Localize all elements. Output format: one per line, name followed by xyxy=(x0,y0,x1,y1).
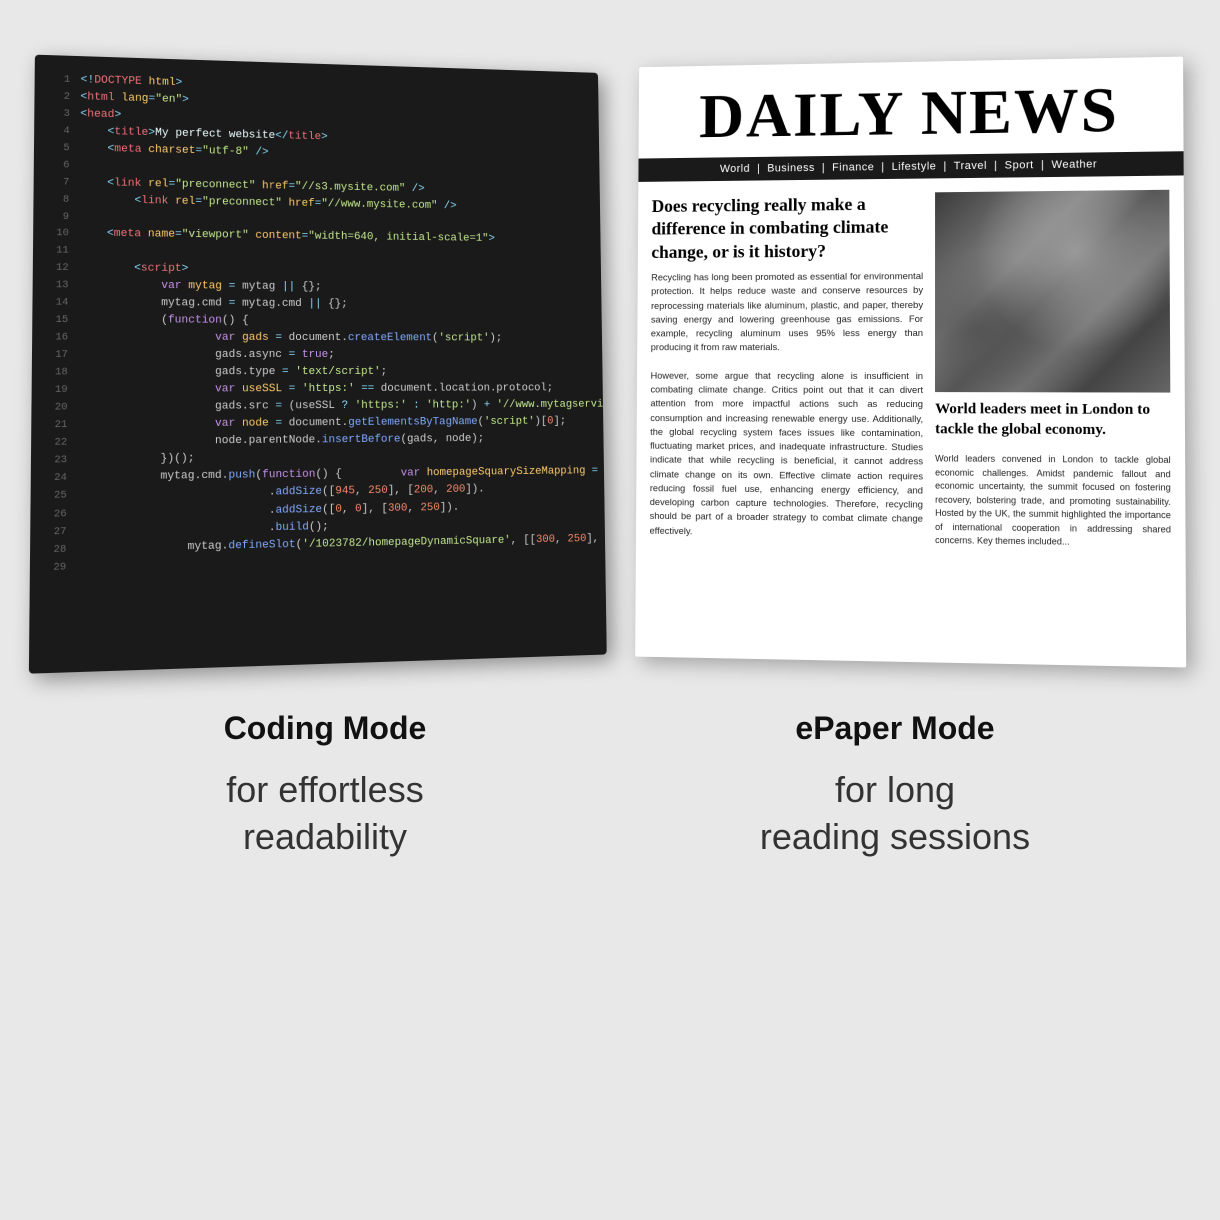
code-line: 16 var gads = document.createElement('sc… xyxy=(45,329,591,347)
newspaper-title: DAILY NEWS xyxy=(658,77,1163,148)
main-container: 1 <!DOCTYPE html> 2 <html lang="en"> 3 <… xyxy=(0,0,1220,1220)
side-article: World leaders meet in London to tackle t… xyxy=(935,190,1171,551)
labels-row: Coding Mode for effortlessreadability eP… xyxy=(40,710,1180,861)
trash-image-visual xyxy=(935,190,1170,393)
newspaper-header: DAILY NEWS xyxy=(639,57,1184,159)
code-line: 15 (function() { xyxy=(45,312,591,331)
panels-row: 1 <!DOCTYPE html> 2 <html lang="en"> 3 <… xyxy=(40,60,1180,660)
side-article-headline: World leaders meet in London to tackle t… xyxy=(935,400,1170,440)
nav-finance[interactable]: Finance xyxy=(832,161,874,173)
nav-travel[interactable]: Travel xyxy=(954,160,987,172)
coding-panel: 1 <!DOCTYPE html> 2 <html lang="en"> 3 <… xyxy=(29,55,607,674)
epaper-mode-subtitle: for longreading sessions xyxy=(760,767,1030,861)
code-line: 18 gads.type = 'text/script'; xyxy=(44,364,591,382)
code-line: 17 gads.async = true; xyxy=(45,347,591,365)
coding-mode-label-section: Coding Mode for effortlessreadability xyxy=(40,710,610,861)
coding-mode-subtitle: for effortlessreadability xyxy=(226,767,423,861)
main-article-body: Recycling has long been promoted as esse… xyxy=(650,270,924,542)
nav-weather[interactable]: Weather xyxy=(1052,158,1098,171)
nav-lifestyle[interactable]: Lifestyle xyxy=(892,161,937,173)
nav-world[interactable]: World xyxy=(720,163,750,175)
coding-mode-title: Coding Mode xyxy=(224,710,427,747)
nav-sport[interactable]: Sport xyxy=(1005,159,1034,171)
main-article-headline: Does recycling really make a difference … xyxy=(651,192,923,264)
nav-business[interactable]: Business xyxy=(767,162,815,174)
side-article-body: World leaders convened in London to tack… xyxy=(935,452,1171,550)
newspaper-body: Does recycling really make a difference … xyxy=(636,175,1186,560)
main-article: Does recycling really make a difference … xyxy=(650,192,924,547)
epaper-mode-label-section: ePaper Mode for longreading sessions xyxy=(610,710,1180,861)
article-image xyxy=(935,190,1170,393)
epaper-panel: DAILY NEWS World | Business | Finance | … xyxy=(635,57,1186,668)
epaper-mode-title: ePaper Mode xyxy=(795,710,994,747)
